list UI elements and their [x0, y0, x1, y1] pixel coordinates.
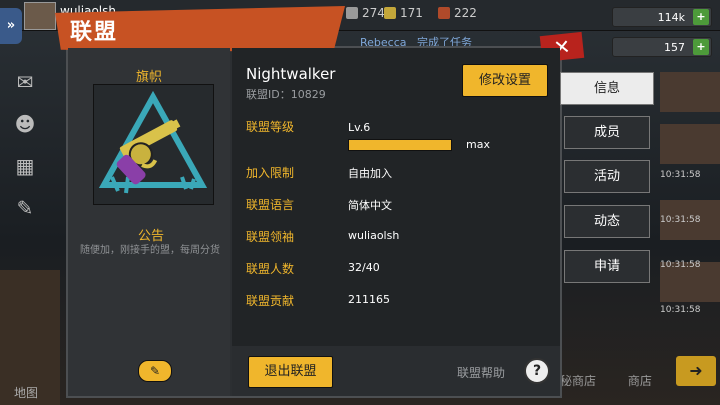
timer-list: 10:31:58 10:31:58 10:31:58 10:31:58	[660, 170, 700, 350]
alliance-help-label[interactable]: 联盟帮助	[457, 364, 505, 381]
bottom-nav: 秘商店 商店	[560, 372, 680, 389]
hero-portrait[interactable]	[660, 72, 720, 112]
notice-label: 公告	[138, 229, 165, 244]
ammo-icon	[438, 7, 450, 19]
arrow-right-icon[interactable]: ➜	[676, 356, 716, 386]
tab-info[interactable]: 信息	[560, 72, 654, 105]
cash-resource[interactable]: 157 +	[612, 37, 712, 57]
revolver-flag-icon	[98, 90, 208, 194]
leader-label: 联盟领袖	[246, 230, 295, 244]
notice-text: 随便加，刚接手的盟，每周分货	[80, 245, 220, 256]
shop-label[interactable]: 商店	[628, 374, 652, 388]
level-max-text: max	[466, 138, 490, 151]
members-count-label: 联盟人数	[246, 262, 295, 276]
plus-icon[interactable]: +	[693, 9, 709, 25]
tab-news[interactable]: 动态	[564, 205, 650, 238]
bullet-icon	[384, 7, 396, 19]
timer-text: 10:31:58	[660, 305, 701, 315]
hero-portrait[interactable]	[660, 124, 720, 164]
quit-alliance-button[interactable]: 退出联盟	[248, 356, 333, 388]
expand-menu-button[interactable]: »	[0, 8, 22, 44]
timer-text: 10:31:58	[660, 170, 701, 180]
contribution-label: 联盟贡献	[246, 294, 295, 308]
food-resource[interactable]: 114k +	[612, 7, 712, 27]
secret-shop-label[interactable]: 秘商店	[560, 374, 596, 388]
resource-iron: 274	[346, 6, 385, 20]
level-progress-bar	[348, 139, 452, 151]
resource-bullets: 171	[384, 6, 423, 20]
left-menu: ✉ ☻ ▦ ✎	[10, 70, 44, 238]
map-label[interactable]: 地图	[14, 384, 38, 401]
calendar-icon[interactable]: ▦	[10, 154, 40, 182]
contribution-value: 211165	[348, 293, 390, 306]
level-label: 联盟等级	[246, 120, 295, 134]
timer-text: 10:31:58	[660, 215, 701, 225]
friends-icon[interactable]: ☻	[10, 112, 40, 140]
tab-members[interactable]: 成员	[564, 116, 650, 149]
edit-pencil-icon[interactable]: ✎	[138, 360, 172, 382]
tab-activity[interactable]: 活动	[564, 160, 650, 193]
resource-ammo: 222	[438, 6, 477, 20]
chat-icon[interactable]: ✎	[10, 196, 40, 224]
help-icon[interactable]: ?	[524, 358, 550, 384]
language-value: 简体中文	[348, 199, 392, 212]
alliance-name: Nightwalker	[246, 65, 336, 83]
modal-title: 联盟	[70, 20, 119, 45]
tab-applications[interactable]: 申请	[564, 250, 650, 283]
alliance-id: 联盟ID：10829	[246, 88, 326, 101]
player-avatar[interactable]	[24, 2, 56, 30]
iron-icon	[346, 7, 358, 19]
join-limit-label: 加入限制	[246, 166, 295, 180]
modify-settings-button[interactable]: 修改设置	[462, 64, 548, 97]
members-count-value: 32/40	[348, 261, 380, 274]
timer-text: 10:31:58	[660, 260, 701, 270]
join-limit-value: 自由加入	[348, 167, 392, 180]
level-value: Lv.6	[348, 121, 371, 134]
leader-value: wuliaolsh	[348, 229, 400, 242]
language-label: 联盟语言	[246, 198, 295, 212]
mail-icon[interactable]: ✉	[10, 70, 40, 98]
alliance-flag	[93, 84, 214, 205]
flag-label: 旗帜	[136, 70, 163, 85]
plus-icon[interactable]: +	[693, 39, 709, 55]
